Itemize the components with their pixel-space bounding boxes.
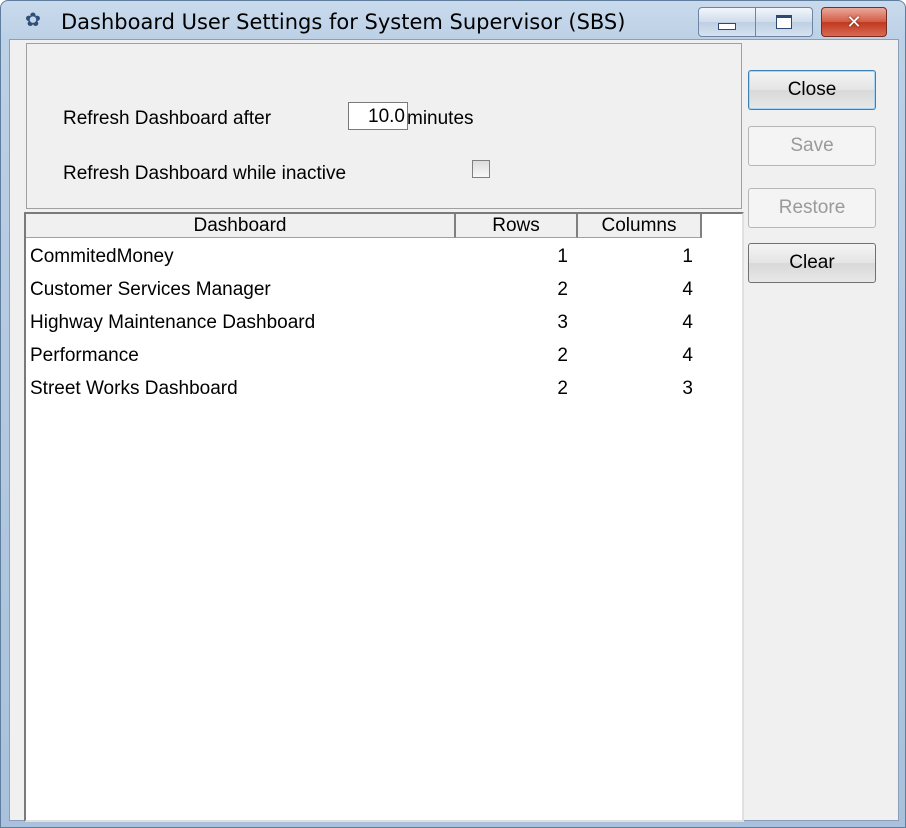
dashboard-name-cell: Highway Maintenance Dashboard bbox=[30, 312, 316, 333]
minimize-icon bbox=[718, 22, 736, 30]
column-header-dashboard[interactable]: Dashboard bbox=[26, 214, 456, 238]
rows-cell: 3 bbox=[557, 312, 568, 333]
column-header-rows[interactable]: Rows bbox=[456, 214, 578, 238]
dashboard-name-cell: CommitedMoney bbox=[30, 246, 174, 267]
columns-cell: 4 bbox=[682, 345, 693, 366]
restore-button[interactable]: Restore bbox=[748, 188, 876, 228]
maximize-icon bbox=[776, 15, 792, 29]
rows-cell: 2 bbox=[557, 279, 568, 300]
close-icon: ✕ bbox=[846, 11, 862, 33]
refresh-minutes-input[interactable] bbox=[348, 102, 408, 130]
minimize-button[interactable] bbox=[698, 7, 756, 37]
columns-cell: 4 bbox=[682, 312, 693, 333]
title-bar[interactable]: ✿ Dashboard User Settings for System Sup… bbox=[1, 1, 905, 39]
gear-icon: ✿ bbox=[25, 9, 41, 31]
dashboard-name-cell: Customer Services Manager bbox=[30, 279, 271, 300]
rows-cell: 2 bbox=[557, 378, 568, 399]
table-row[interactable]: Performance 2 4 bbox=[26, 339, 726, 372]
save-button[interactable]: Save bbox=[748, 126, 876, 166]
refresh-inactive-label: Refresh Dashboard while inactive bbox=[63, 163, 347, 184]
table-header: Dashboard Rows Columns bbox=[26, 214, 706, 238]
minutes-label: minutes bbox=[407, 108, 474, 129]
rows-cell: 1 bbox=[557, 246, 568, 267]
close-window-button[interactable]: ✕ bbox=[821, 7, 887, 37]
columns-cell: 3 bbox=[682, 378, 693, 399]
close-button[interactable]: Close bbox=[748, 70, 876, 110]
dashboard-name-cell: Street Works Dashboard bbox=[30, 378, 238, 399]
table-row[interactable]: CommitedMoney 1 1 bbox=[26, 240, 726, 273]
refresh-after-label: Refresh Dashboard after bbox=[63, 108, 272, 129]
table-row[interactable]: Street Works Dashboard 2 3 bbox=[26, 372, 726, 405]
dashboard-table[interactable]: Dashboard Rows Columns CommitedMoney 1 1… bbox=[24, 212, 744, 822]
dialog-window: ✿ Dashboard User Settings for System Sup… bbox=[0, 0, 906, 828]
columns-cell: 4 bbox=[682, 279, 693, 300]
column-header-columns[interactable]: Columns bbox=[578, 214, 702, 238]
rows-cell: 2 bbox=[557, 345, 568, 366]
window-title: Dashboard User Settings for System Super… bbox=[61, 10, 626, 34]
table-row[interactable]: Customer Services Manager 2 4 bbox=[26, 273, 726, 306]
maximize-button[interactable] bbox=[755, 7, 813, 37]
table-row[interactable]: Highway Maintenance Dashboard 3 4 bbox=[26, 306, 726, 339]
dashboard-name-cell: Performance bbox=[30, 345, 139, 366]
columns-cell: 1 bbox=[682, 246, 693, 267]
dialog-client-area: Refresh Dashboard after minutes Refresh … bbox=[9, 39, 899, 822]
refresh-inactive-checkbox[interactable] bbox=[472, 160, 490, 178]
clear-button[interactable]: Clear bbox=[748, 243, 876, 283]
